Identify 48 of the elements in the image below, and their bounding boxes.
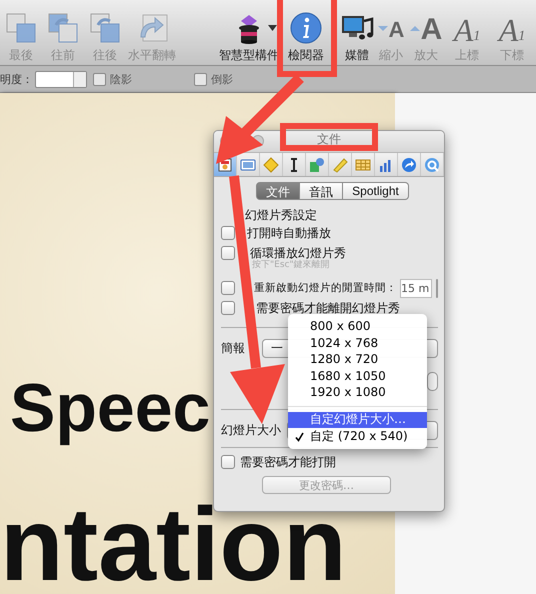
slide-text: ntation <box>0 504 347 588</box>
menu-item[interactable]: 1680 x 1050 <box>288 368 427 384</box>
checkbox[interactable] <box>93 72 106 86</box>
shape-icon <box>309 156 325 172</box>
table-icon <box>355 156 371 172</box>
checkbox[interactable] <box>221 281 235 295</box>
field-label: 幻燈片大小 <box>221 422 282 438</box>
field-label: 簡報 <box>221 340 246 356</box>
layers-icon <box>46 11 80 45</box>
metrics-icon <box>332 156 348 172</box>
reflection-label: 倒影 <box>211 72 233 86</box>
option-label: 需要密碼才能打開 <box>240 454 336 470</box>
layers-icon <box>88 11 122 45</box>
menu-item[interactable]: 1280 x 720 <box>288 351 427 368</box>
menu-item[interactable]: 800 x 600 <box>288 318 427 334</box>
layers-icon <box>4 11 38 45</box>
segment-tab[interactable]: 音訊 <box>300 182 344 200</box>
toolbar-button[interactable]: 檢閱器 <box>284 0 328 65</box>
window-title: 文件 <box>317 131 341 146</box>
menu-item[interactable]: 1920 x 1080 <box>288 384 427 400</box>
opacity-dropdown[interactable] <box>35 70 87 88</box>
quicktime-icon <box>424 156 440 172</box>
info-icon <box>289 11 323 45</box>
shadow-label: 陰影 <box>110 72 132 86</box>
idle-time-field[interactable]: 15 m <box>400 278 432 298</box>
opacity-label: 明度： <box>0 72 33 86</box>
checkmark-icon <box>295 432 304 442</box>
checkbox[interactable] <box>194 72 207 86</box>
segment-tab[interactable]: Spotlight <box>343 182 409 200</box>
checkbox[interactable] <box>221 226 235 240</box>
slide-icon <box>240 156 256 172</box>
menu-item[interactable]: 自定幻燈片大小… <box>288 412 427 428</box>
option-label: 重新啟動幻燈片的閒置時間： <box>253 281 397 295</box>
link-icon <box>401 156 417 172</box>
menu-item[interactable]: 1024 x 768 <box>288 334 427 351</box>
checkbox[interactable] <box>221 246 235 260</box>
hint-text: 按下"Esc"鍵來離開 <box>252 260 330 270</box>
menu-item[interactable]: 自定 (720 x 540) <box>288 428 427 444</box>
checkbox[interactable] <box>221 301 235 315</box>
option-label: 打開時自動播放 <box>246 224 331 242</box>
option-label: 需要密碼才能離開幻燈片秀 <box>255 300 400 316</box>
stepper[interactable] <box>427 372 438 390</box>
checkbox[interactable] <box>221 455 235 469</box>
segment-tab[interactable]: 文件 <box>256 182 300 200</box>
option-label: 循環播放幻燈片秀 <box>249 244 346 260</box>
toolbar-button[interactable]: 媒體 <box>338 0 376 65</box>
section-title: 幻燈片秀設定 <box>245 208 317 222</box>
transition-icon <box>263 156 279 172</box>
